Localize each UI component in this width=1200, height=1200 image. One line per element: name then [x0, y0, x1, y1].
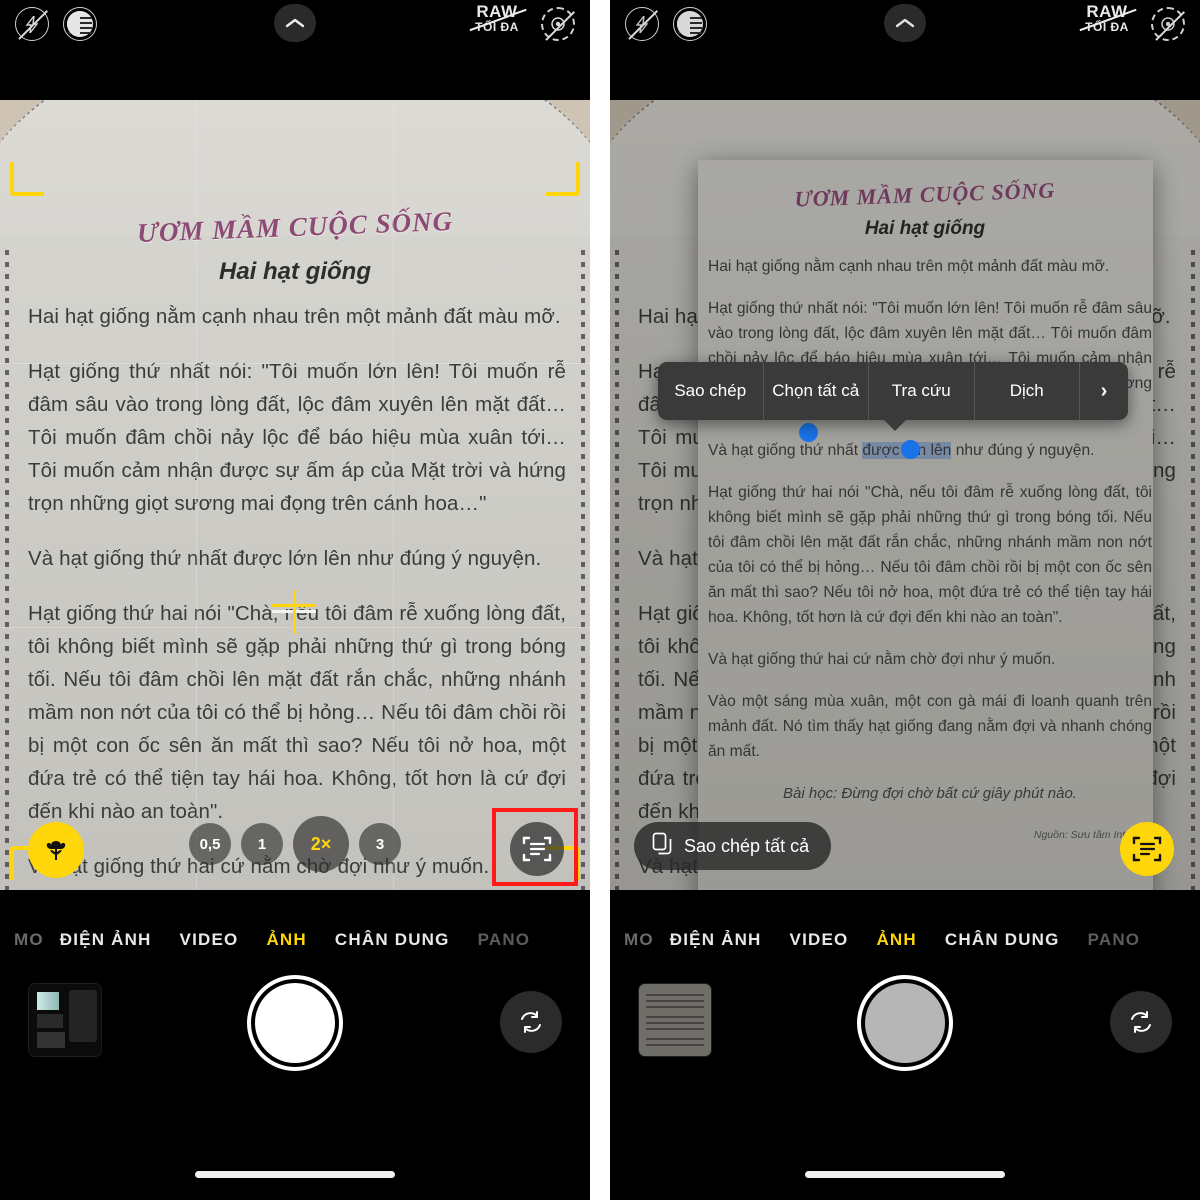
menu-item-select-all[interactable]: Chọn tất cả [764, 362, 869, 420]
scan-button-highlight-box [492, 808, 578, 886]
flower-macro-icon[interactable] [28, 822, 84, 878]
live-photo-off-icon[interactable] [1150, 6, 1186, 42]
camera-mode-strip[interactable]: MO ĐIỆN ẢNH VIDEO ẢNH CHÂN DUNG PANO [0, 905, 590, 975]
copy-all-button[interactable]: Sao chép tất cả [634, 822, 832, 870]
home-indicator [805, 1171, 1005, 1178]
menu-item-look-up[interactable]: Tra cứu [869, 362, 975, 420]
mode-video[interactable]: VIDEO [180, 930, 239, 950]
zoom-option-active[interactable]: 2× [293, 816, 349, 872]
mode-cinematic[interactable]: ĐIỆN ẢNH [60, 930, 152, 950]
page-dot-border-right [581, 250, 585, 890]
last-photo-thumbnail[interactable] [28, 983, 102, 1057]
copy-icon [652, 832, 673, 860]
night-mode-icon[interactable] [672, 6, 708, 42]
camera-viewfinder[interactable]: ƯƠM MẦM CUỘC SỐNG Hai hạt giống Hai hạt … [610, 100, 1200, 890]
chevron-up-icon[interactable] [274, 4, 316, 42]
copy-all-label: Sao chép tất cả [684, 835, 810, 856]
mode-photo[interactable]: ẢNH [876, 930, 916, 950]
mode-cinematic[interactable]: ĐIỆN ẢNH [670, 930, 762, 950]
zoom-option[interactable]: 1 [241, 823, 283, 865]
mode-video[interactable]: VIDEO [790, 930, 849, 950]
camera-flip-icon[interactable] [1110, 991, 1172, 1053]
mode-portrait[interactable]: CHÂN DUNG [945, 930, 1060, 950]
menu-item-translate[interactable]: Dịch [975, 362, 1080, 420]
raw-max-toggle[interactable]: RAW TỐI ĐA [1076, 3, 1138, 34]
document-paragraph: Và hạt giống thứ nhất được lớn lên như đ… [28, 547, 542, 570]
screenshot-stage: RAW TỐI ĐA ƯƠM MẦM CUỘC SỐNG Hai hạt giố… [0, 0, 1200, 1200]
night-mode-icon[interactable] [62, 6, 98, 42]
last-photo-thumbnail[interactable] [638, 983, 712, 1057]
camera-viewfinder[interactable]: ƯƠM MẦM CUỘC SỐNG Hai hạt giống Hai hạt … [0, 100, 590, 890]
doc-frame-corner-top-right [546, 162, 580, 196]
camera-flip-icon[interactable] [500, 991, 562, 1053]
menu-item-more-chevron-right-icon[interactable]: › [1080, 362, 1128, 420]
page-title: Hai hạt giống [219, 258, 371, 285]
camera-top-bar: RAW TỐI ĐA [0, 0, 590, 48]
document-paragraph: Hạt giống thứ nhất nói: "Tôi muốn lớn lê… [28, 360, 566, 515]
shutter-button[interactable] [247, 975, 343, 1071]
flash-off-icon[interactable] [624, 6, 660, 42]
mode-overflow-left[interactable]: MO [624, 930, 652, 950]
selection-handle-end[interactable] [901, 440, 920, 459]
live-photo-off-icon[interactable] [540, 6, 576, 42]
page-dot-border-left [5, 250, 9, 890]
mode-pano[interactable]: PANO [1088, 930, 1141, 950]
camera-mode-strip[interactable]: MO ĐIỆN ẢNH VIDEO ẢNH CHÂN DUNG PANO [610, 905, 1200, 975]
raw-max-toggle[interactable]: RAW TỐI ĐA [466, 3, 528, 34]
focus-exposure-indicator[interactable] [272, 590, 316, 634]
context-menu-pointer [882, 418, 908, 431]
live-text-scan-icon-active[interactable] [1120, 822, 1174, 876]
zoom-option[interactable]: 0,5 [189, 823, 231, 865]
mode-pano[interactable]: PANO [478, 930, 531, 950]
camera-screen-live-text-active: RAW TỐI ĐA ƯƠM MẦM CUỘC SỐNG Hai hạt giố… [610, 0, 1200, 1200]
camera-top-bar: RAW TỐI ĐA [610, 0, 1200, 48]
flash-off-icon[interactable] [14, 6, 50, 42]
mode-photo[interactable]: ẢNH [266, 930, 306, 950]
camera-shutter-row [0, 975, 590, 1095]
selection-handle-start[interactable] [799, 423, 818, 442]
live-text-dim-overlay [610, 100, 1200, 890]
menu-item-copy[interactable]: Sao chép [658, 362, 764, 420]
camera-shutter-row [610, 975, 1200, 1095]
shutter-button[interactable] [857, 975, 953, 1071]
text-selection-context-menu[interactable]: Sao chép Chọn tất cả Tra cứu Dịch › [658, 362, 1128, 420]
zoom-level-selector[interactable]: 0,5 1 2× 3 [189, 816, 401, 872]
home-indicator [195, 1171, 395, 1178]
mode-overflow-left[interactable]: MO [14, 930, 42, 950]
mode-portrait[interactable]: CHÂN DUNG [335, 930, 450, 950]
zoom-option[interactable]: 3 [359, 823, 401, 865]
chevron-up-icon[interactable] [884, 4, 926, 42]
camera-screen-before-scan: RAW TỐI ĐA ƯƠM MẦM CUỘC SỐNG Hai hạt giố… [0, 0, 590, 1200]
doc-frame-corner-top-left [10, 162, 44, 196]
document-paragraph: Hai hạt giống nằm cạnh nhau trên một mản… [28, 305, 561, 328]
